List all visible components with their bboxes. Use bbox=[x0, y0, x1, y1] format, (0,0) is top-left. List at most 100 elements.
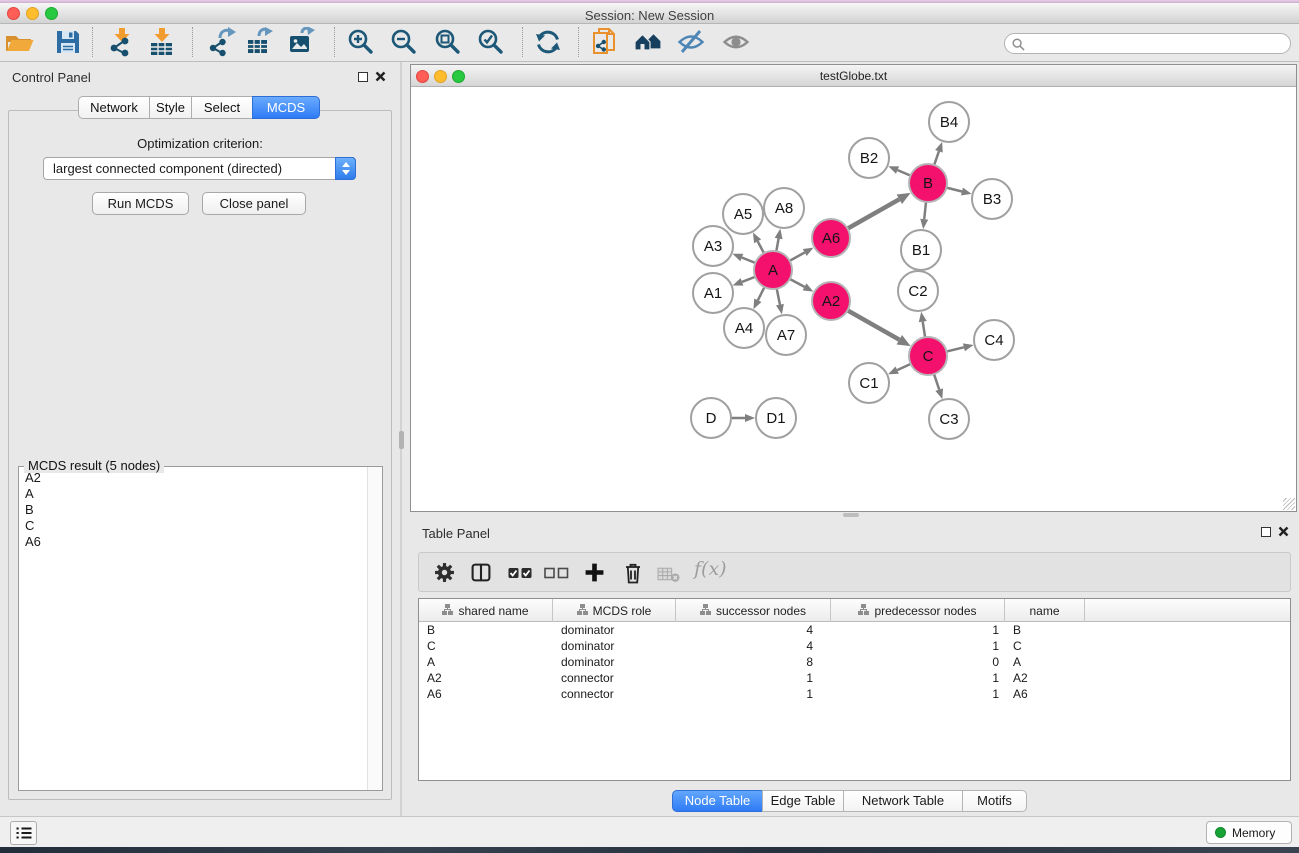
table-tab-network-table[interactable]: Network Table bbox=[843, 790, 963, 812]
criterion-dropdown[interactable]: largest connected component (directed) bbox=[43, 157, 356, 180]
window-resize-handle[interactable] bbox=[1283, 498, 1295, 510]
graph-node-B3[interactable]: B3 bbox=[972, 179, 1012, 219]
network-window-titlebar[interactable]: testGlobe.txt bbox=[411, 65, 1296, 87]
deselect-all-checkboxes-icon[interactable] bbox=[543, 566, 570, 580]
table-cell: 4 bbox=[676, 638, 831, 654]
table-row-A6[interactable]: A6connector11A6 bbox=[419, 686, 1290, 702]
table-row-C[interactable]: Cdominator41C bbox=[419, 638, 1290, 654]
search-field[interactable] bbox=[1004, 33, 1291, 54]
graph-node-D[interactable]: D bbox=[691, 398, 731, 438]
control-tab-network[interactable]: Network bbox=[78, 96, 150, 119]
graph-node-A6[interactable]: A6 bbox=[812, 219, 850, 257]
home-networks-icon[interactable] bbox=[633, 27, 663, 57]
svg-text:A5: A5 bbox=[734, 206, 752, 223]
mcds-result-scrollbar[interactable] bbox=[367, 467, 382, 790]
mcds-result-item[interactable]: A bbox=[20, 486, 366, 502]
refresh-icon[interactable] bbox=[533, 27, 563, 57]
delete-column-trash-icon[interactable] bbox=[623, 562, 643, 584]
graph-node-B2[interactable]: B2 bbox=[849, 138, 889, 178]
panel-divider-horizontal-grabber[interactable] bbox=[843, 513, 859, 517]
graph-node-B4[interactable]: B4 bbox=[929, 102, 969, 142]
zoom-selected-icon[interactable] bbox=[476, 27, 506, 57]
graph-node-C3[interactable]: C3 bbox=[929, 399, 969, 439]
graph-edge-arrowhead bbox=[803, 283, 814, 291]
select-all-checkboxes-icon[interactable] bbox=[507, 566, 534, 580]
memory-button[interactable]: Memory bbox=[1206, 821, 1292, 844]
search-input[interactable] bbox=[1029, 35, 1284, 52]
panel-divider-grabber[interactable] bbox=[399, 431, 404, 449]
column-header-name[interactable]: name bbox=[1005, 599, 1085, 622]
table-tab-node-table[interactable]: Node Table bbox=[672, 790, 763, 812]
column-header-predecessor-nodes[interactable]: predecessor nodes bbox=[831, 599, 1005, 622]
column-header-successor-nodes[interactable]: successor nodes bbox=[676, 599, 831, 622]
table-panel-float-icon[interactable] bbox=[1261, 527, 1271, 537]
graph-node-A3[interactable]: A3 bbox=[693, 226, 733, 266]
zoom-out-icon[interactable] bbox=[389, 27, 419, 57]
network-graph[interactable]: B4 B2 B B3 A5 A8A6 A3 B1 A A1 C2 A2 A4A7 C4 C C1 C3 D D1 bbox=[411, 87, 1296, 511]
graph-node-A8[interactable]: A8 bbox=[764, 188, 804, 228]
task-history-button[interactable] bbox=[10, 821, 37, 845]
table-cell: 1 bbox=[831, 686, 1005, 702]
close-panel-button[interactable]: Close panel bbox=[202, 192, 306, 215]
zoom-in-icon[interactable] bbox=[346, 27, 376, 57]
import-table-icon[interactable] bbox=[147, 27, 177, 57]
column-header-MCDS-role[interactable]: MCDS role bbox=[553, 599, 676, 622]
table-row-A2[interactable]: A2connector11A2 bbox=[419, 670, 1290, 686]
control-panel-tabs: NetworkStyleSelectMCDS bbox=[78, 96, 320, 119]
show-columns-icon[interactable] bbox=[470, 562, 492, 583]
table-row-A[interactable]: Adominator80A bbox=[419, 654, 1290, 670]
clone-network-icon[interactable] bbox=[590, 27, 620, 57]
mcds-result-item[interactable]: A2 bbox=[20, 470, 366, 486]
table-panel-title: Table Panel bbox=[422, 526, 490, 541]
app-title: Session: New Session bbox=[0, 6, 1299, 25]
svg-text:B: B bbox=[923, 175, 933, 192]
graph-node-A1[interactable]: A1 bbox=[693, 273, 733, 313]
control-tab-style[interactable]: Style bbox=[149, 96, 192, 119]
graph-node-C1[interactable]: C1 bbox=[849, 363, 889, 403]
run-mcds-button[interactable]: Run MCDS bbox=[92, 192, 189, 215]
table-tab-edge-table[interactable]: Edge Table bbox=[762, 790, 844, 812]
graph-node-A4[interactable]: A4 bbox=[724, 308, 764, 348]
graph-node-A[interactable]: A bbox=[754, 251, 792, 289]
graph-node-A5[interactable]: A5 bbox=[723, 194, 763, 234]
table-tab-motifs[interactable]: Motifs bbox=[962, 790, 1027, 812]
graph-node-C4[interactable]: C4 bbox=[974, 320, 1014, 360]
column-header-label: predecessor nodes bbox=[874, 604, 976, 618]
table-cell: A bbox=[1005, 654, 1085, 670]
graph-node-A2[interactable]: A2 bbox=[812, 282, 850, 320]
hide-graphics-details-icon[interactable] bbox=[676, 27, 706, 57]
export-image-icon[interactable] bbox=[287, 27, 317, 57]
save-session-icon[interactable] bbox=[53, 27, 83, 57]
dropdown-stepper-icon[interactable] bbox=[335, 157, 356, 180]
network-canvas[interactable]: B4 B2 B B3 A5 A8A6 A3 B1 A A1 C2 A2 A4A7 C4 C C1 C3 D D1 bbox=[411, 87, 1296, 511]
control-panel-close-icon[interactable] bbox=[375, 71, 386, 82]
mcds-result-item[interactable]: B bbox=[20, 502, 366, 518]
create-column-plus-icon[interactable] bbox=[584, 562, 605, 583]
graph-edge-arrowhead bbox=[745, 414, 755, 422]
graph-node-A7[interactable]: A7 bbox=[766, 315, 806, 355]
table-panel-close-icon[interactable] bbox=[1278, 526, 1289, 537]
table-row-B[interactable]: Bdominator41B bbox=[419, 622, 1290, 638]
control-panel-float-icon[interactable] bbox=[358, 72, 368, 82]
graph-node-D1[interactable]: D1 bbox=[756, 398, 796, 438]
svg-text:C1: C1 bbox=[859, 375, 878, 392]
export-table-icon[interactable] bbox=[245, 27, 275, 57]
node-table: shared nameMCDS rolesuccessor nodes prede… bbox=[418, 598, 1291, 781]
graph-node-C[interactable]: C bbox=[909, 337, 947, 375]
zoom-fit-icon[interactable] bbox=[433, 27, 463, 57]
graph-node-C2[interactable]: C2 bbox=[898, 271, 938, 311]
control-tab-mcds[interactable]: MCDS bbox=[252, 96, 320, 119]
node-table-header: shared nameMCDS rolesuccessor nodes prede… bbox=[419, 599, 1290, 622]
mcds-result-item[interactable]: C bbox=[20, 518, 366, 534]
control-tab-select[interactable]: Select bbox=[191, 96, 253, 119]
import-network-icon[interactable] bbox=[107, 27, 137, 57]
graph-node-B1[interactable]: B1 bbox=[901, 230, 941, 270]
column-header-shared-name[interactable]: shared name bbox=[419, 599, 553, 622]
open-session-icon[interactable] bbox=[5, 27, 35, 57]
toolbar-separator bbox=[578, 27, 579, 57]
svg-text:B3: B3 bbox=[983, 191, 1001, 208]
graph-node-B[interactable]: B bbox=[909, 164, 947, 202]
mcds-result-item[interactable]: A6 bbox=[20, 534, 366, 550]
export-network-icon[interactable] bbox=[207, 27, 237, 57]
table-settings-gear-icon[interactable] bbox=[434, 562, 455, 583]
